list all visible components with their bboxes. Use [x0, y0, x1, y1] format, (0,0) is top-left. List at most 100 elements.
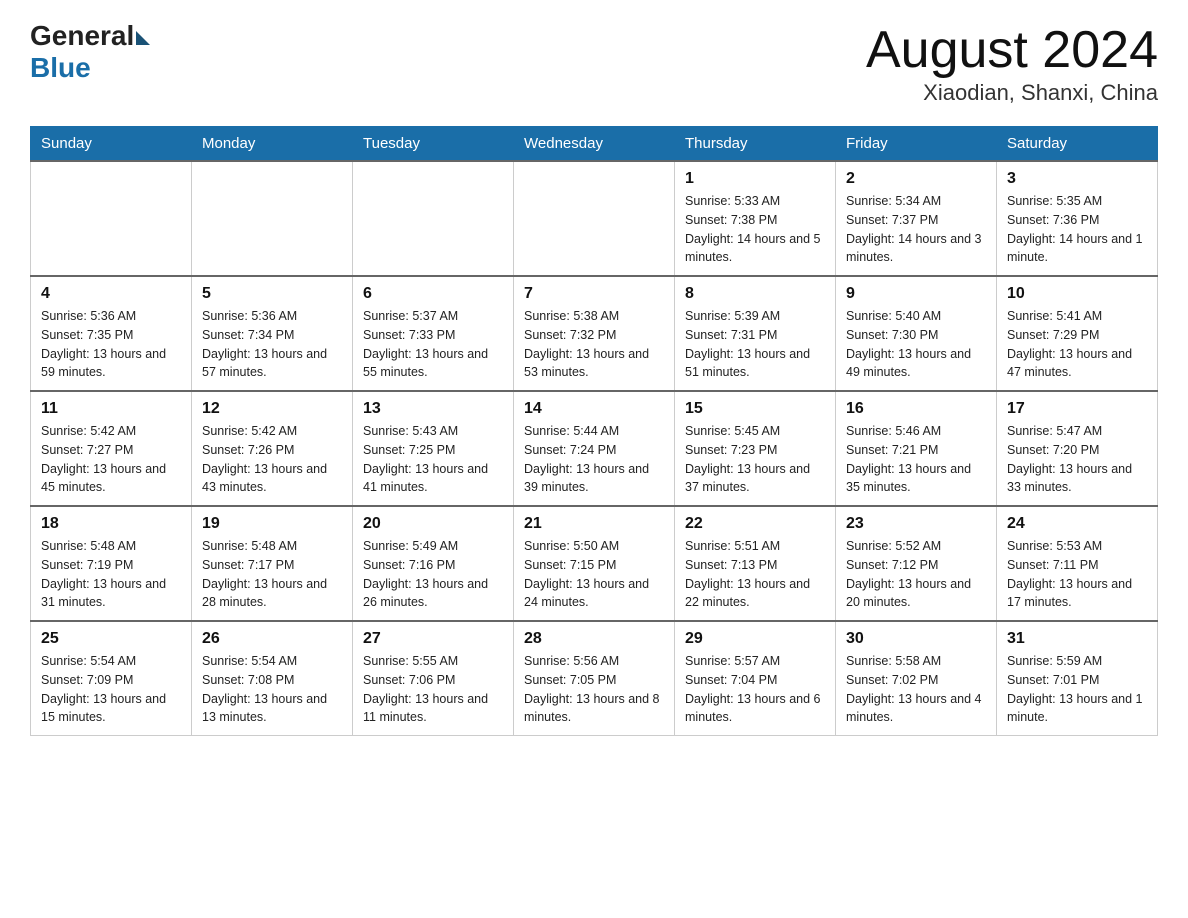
day-info: Sunrise: 5:48 AM Sunset: 7:17 PM Dayligh…: [202, 537, 342, 612]
calendar-cell: [514, 161, 675, 276]
calendar-cell: 22 Sunrise: 5:51 AM Sunset: 7:13 PM Dayli…: [675, 506, 836, 621]
day-info: Sunrise: 5:42 AM Sunset: 7:26 PM Dayligh…: [202, 422, 342, 497]
day-number: 7: [524, 285, 664, 303]
day-number: 30: [846, 630, 986, 648]
calendar-cell: 29 Sunrise: 5:57 AM Sunset: 7:04 PM Dayli…: [675, 621, 836, 736]
calendar-table: Sunday Monday Tuesday Wednesday Thursday…: [30, 126, 1158, 736]
calendar-cell: 6 Sunrise: 5:37 AM Sunset: 7:33 PM Daylig…: [353, 276, 514, 391]
calendar-cell: 7 Sunrise: 5:38 AM Sunset: 7:32 PM Daylig…: [514, 276, 675, 391]
day-number: 17: [1007, 400, 1147, 418]
day-number: 5: [202, 285, 342, 303]
calendar-cell: 26 Sunrise: 5:54 AM Sunset: 7:08 PM Dayli…: [192, 621, 353, 736]
day-info: Sunrise: 5:47 AM Sunset: 7:20 PM Dayligh…: [1007, 422, 1147, 497]
day-number: 22: [685, 515, 825, 533]
day-number: 9: [846, 285, 986, 303]
logo: General Blue: [30, 20, 150, 84]
calendar-cell: 2 Sunrise: 5:34 AM Sunset: 7:37 PM Daylig…: [836, 161, 997, 276]
week-row-5: 25 Sunrise: 5:54 AM Sunset: 7:09 PM Dayli…: [31, 621, 1158, 736]
day-number: 31: [1007, 630, 1147, 648]
day-number: 8: [685, 285, 825, 303]
day-info: Sunrise: 5:33 AM Sunset: 7:38 PM Dayligh…: [685, 192, 825, 267]
calendar-cell: 12Sunrise: 5:42 AM Sunset: 7:26 PM Dayli…: [192, 391, 353, 506]
week-row-1: 1Sunrise: 5:33 AM Sunset: 7:38 PM Daylig…: [31, 161, 1158, 276]
calendar-cell: 17 Sunrise: 5:47 AM Sunset: 7:20 PM Dayli…: [997, 391, 1158, 506]
day-info: Sunrise: 5:44 AM Sunset: 7:24 PM Dayligh…: [524, 422, 664, 497]
day-info: Sunrise: 5:52 AM Sunset: 7:12 PM Dayligh…: [846, 537, 986, 612]
calendar-cell: 27Sunrise: 5:55 AM Sunset: 7:06 PM Dayli…: [353, 621, 514, 736]
calendar-cell: 8 Sunrise: 5:39 AM Sunset: 7:31 PM Daylig…: [675, 276, 836, 391]
day-info: Sunrise: 5:59 AM Sunset: 7:01 PM Dayligh…: [1007, 652, 1147, 727]
week-row-4: 18 Sunrise: 5:48 AM Sunset: 7:19 PM Dayli…: [31, 506, 1158, 621]
calendar-cell: 31 Sunrise: 5:59 AM Sunset: 7:01 PM Dayli…: [997, 621, 1158, 736]
day-number: 26: [202, 630, 342, 648]
title-area: August 2024 Xiaodian, Shanxi, China: [866, 20, 1158, 106]
calendar-cell: [31, 161, 192, 276]
calendar-cell: 13Sunrise: 5:43 AM Sunset: 7:25 PM Dayli…: [353, 391, 514, 506]
day-number: 29: [685, 630, 825, 648]
calendar-title: August 2024: [866, 20, 1158, 80]
day-number: 27: [363, 630, 503, 648]
header-thursday: Thursday: [675, 127, 836, 162]
day-number: 18: [41, 515, 181, 533]
day-info: Sunrise: 5:42 AM Sunset: 7:27 PM Dayligh…: [41, 422, 181, 497]
day-info: Sunrise: 5:54 AM Sunset: 7:08 PM Dayligh…: [202, 652, 342, 727]
day-info: Sunrise: 5:54 AM Sunset: 7:09 PM Dayligh…: [41, 652, 181, 727]
calendar-cell: 19 Sunrise: 5:48 AM Sunset: 7:17 PM Dayli…: [192, 506, 353, 621]
calendar-cell: 4 Sunrise: 5:36 AM Sunset: 7:35 PM Daylig…: [31, 276, 192, 391]
day-info: Sunrise: 5:53 AM Sunset: 7:11 PM Dayligh…: [1007, 537, 1147, 612]
day-info: Sunrise: 5:36 AM Sunset: 7:34 PM Dayligh…: [202, 307, 342, 382]
calendar-cell: 16 Sunrise: 5:46 AM Sunset: 7:21 PM Dayli…: [836, 391, 997, 506]
calendar-cell: 25 Sunrise: 5:54 AM Sunset: 7:09 PM Dayli…: [31, 621, 192, 736]
calendar-cell: 3Sunrise: 5:35 AM Sunset: 7:36 PM Daylig…: [997, 161, 1158, 276]
day-number: 4: [41, 285, 181, 303]
day-info: Sunrise: 5:57 AM Sunset: 7:04 PM Dayligh…: [685, 652, 825, 727]
day-number: 6: [363, 285, 503, 303]
day-number: 25: [41, 630, 181, 648]
calendar-cell: 9Sunrise: 5:40 AM Sunset: 7:30 PM Daylig…: [836, 276, 997, 391]
calendar-cell: 1Sunrise: 5:33 AM Sunset: 7:38 PM Daylig…: [675, 161, 836, 276]
day-info: Sunrise: 5:37 AM Sunset: 7:33 PM Dayligh…: [363, 307, 503, 382]
calendar-cell: 18 Sunrise: 5:48 AM Sunset: 7:19 PM Dayli…: [31, 506, 192, 621]
header-sunday: Sunday: [31, 127, 192, 162]
day-info: Sunrise: 5:36 AM Sunset: 7:35 PM Dayligh…: [41, 307, 181, 382]
day-number: 10: [1007, 285, 1147, 303]
day-number: 16: [846, 400, 986, 418]
page-header: General Blue August 2024 Xiaodian, Shanx…: [30, 20, 1158, 106]
day-number: 23: [846, 515, 986, 533]
day-info: Sunrise: 5:56 AM Sunset: 7:05 PM Dayligh…: [524, 652, 664, 727]
calendar-cell: [192, 161, 353, 276]
day-info: Sunrise: 5:58 AM Sunset: 7:02 PM Dayligh…: [846, 652, 986, 727]
calendar-cell: [353, 161, 514, 276]
calendar-cell: 14Sunrise: 5:44 AM Sunset: 7:24 PM Dayli…: [514, 391, 675, 506]
day-number: 15: [685, 400, 825, 418]
calendar-cell: 10 Sunrise: 5:41 AM Sunset: 7:29 PM Dayli…: [997, 276, 1158, 391]
day-info: Sunrise: 5:34 AM Sunset: 7:37 PM Dayligh…: [846, 192, 986, 267]
day-info: Sunrise: 5:39 AM Sunset: 7:31 PM Dayligh…: [685, 307, 825, 382]
day-info: Sunrise: 5:50 AM Sunset: 7:15 PM Dayligh…: [524, 537, 664, 612]
logo-arrow-icon: [136, 31, 150, 45]
day-number: 11: [41, 400, 181, 418]
day-number: 3: [1007, 170, 1147, 188]
day-number: 13: [363, 400, 503, 418]
week-row-3: 11 Sunrise: 5:42 AM Sunset: 7:27 PM Dayli…: [31, 391, 1158, 506]
header-wednesday: Wednesday: [514, 127, 675, 162]
day-info: Sunrise: 5:48 AM Sunset: 7:19 PM Dayligh…: [41, 537, 181, 612]
day-info: Sunrise: 5:51 AM Sunset: 7:13 PM Dayligh…: [685, 537, 825, 612]
day-info: Sunrise: 5:38 AM Sunset: 7:32 PM Dayligh…: [524, 307, 664, 382]
day-info: Sunrise: 5:46 AM Sunset: 7:21 PM Dayligh…: [846, 422, 986, 497]
day-info: Sunrise: 5:49 AM Sunset: 7:16 PM Dayligh…: [363, 537, 503, 612]
logo-blue-text: Blue: [30, 52, 91, 84]
day-info: Sunrise: 5:41 AM Sunset: 7:29 PM Dayligh…: [1007, 307, 1147, 382]
day-number: 19: [202, 515, 342, 533]
day-number: 2: [846, 170, 986, 188]
header-tuesday: Tuesday: [353, 127, 514, 162]
calendar-cell: 15Sunrise: 5:45 AM Sunset: 7:23 PM Dayli…: [675, 391, 836, 506]
day-number: 21: [524, 515, 664, 533]
calendar-cell: 24Sunrise: 5:53 AM Sunset: 7:11 PM Dayli…: [997, 506, 1158, 621]
calendar-cell: 20 Sunrise: 5:49 AM Sunset: 7:16 PM Dayli…: [353, 506, 514, 621]
calendar-subtitle: Xiaodian, Shanxi, China: [866, 80, 1158, 106]
calendar-cell: 11 Sunrise: 5:42 AM Sunset: 7:27 PM Dayli…: [31, 391, 192, 506]
calendar-cell: 28Sunrise: 5:56 AM Sunset: 7:05 PM Dayli…: [514, 621, 675, 736]
header-saturday: Saturday: [997, 127, 1158, 162]
day-number: 20: [363, 515, 503, 533]
